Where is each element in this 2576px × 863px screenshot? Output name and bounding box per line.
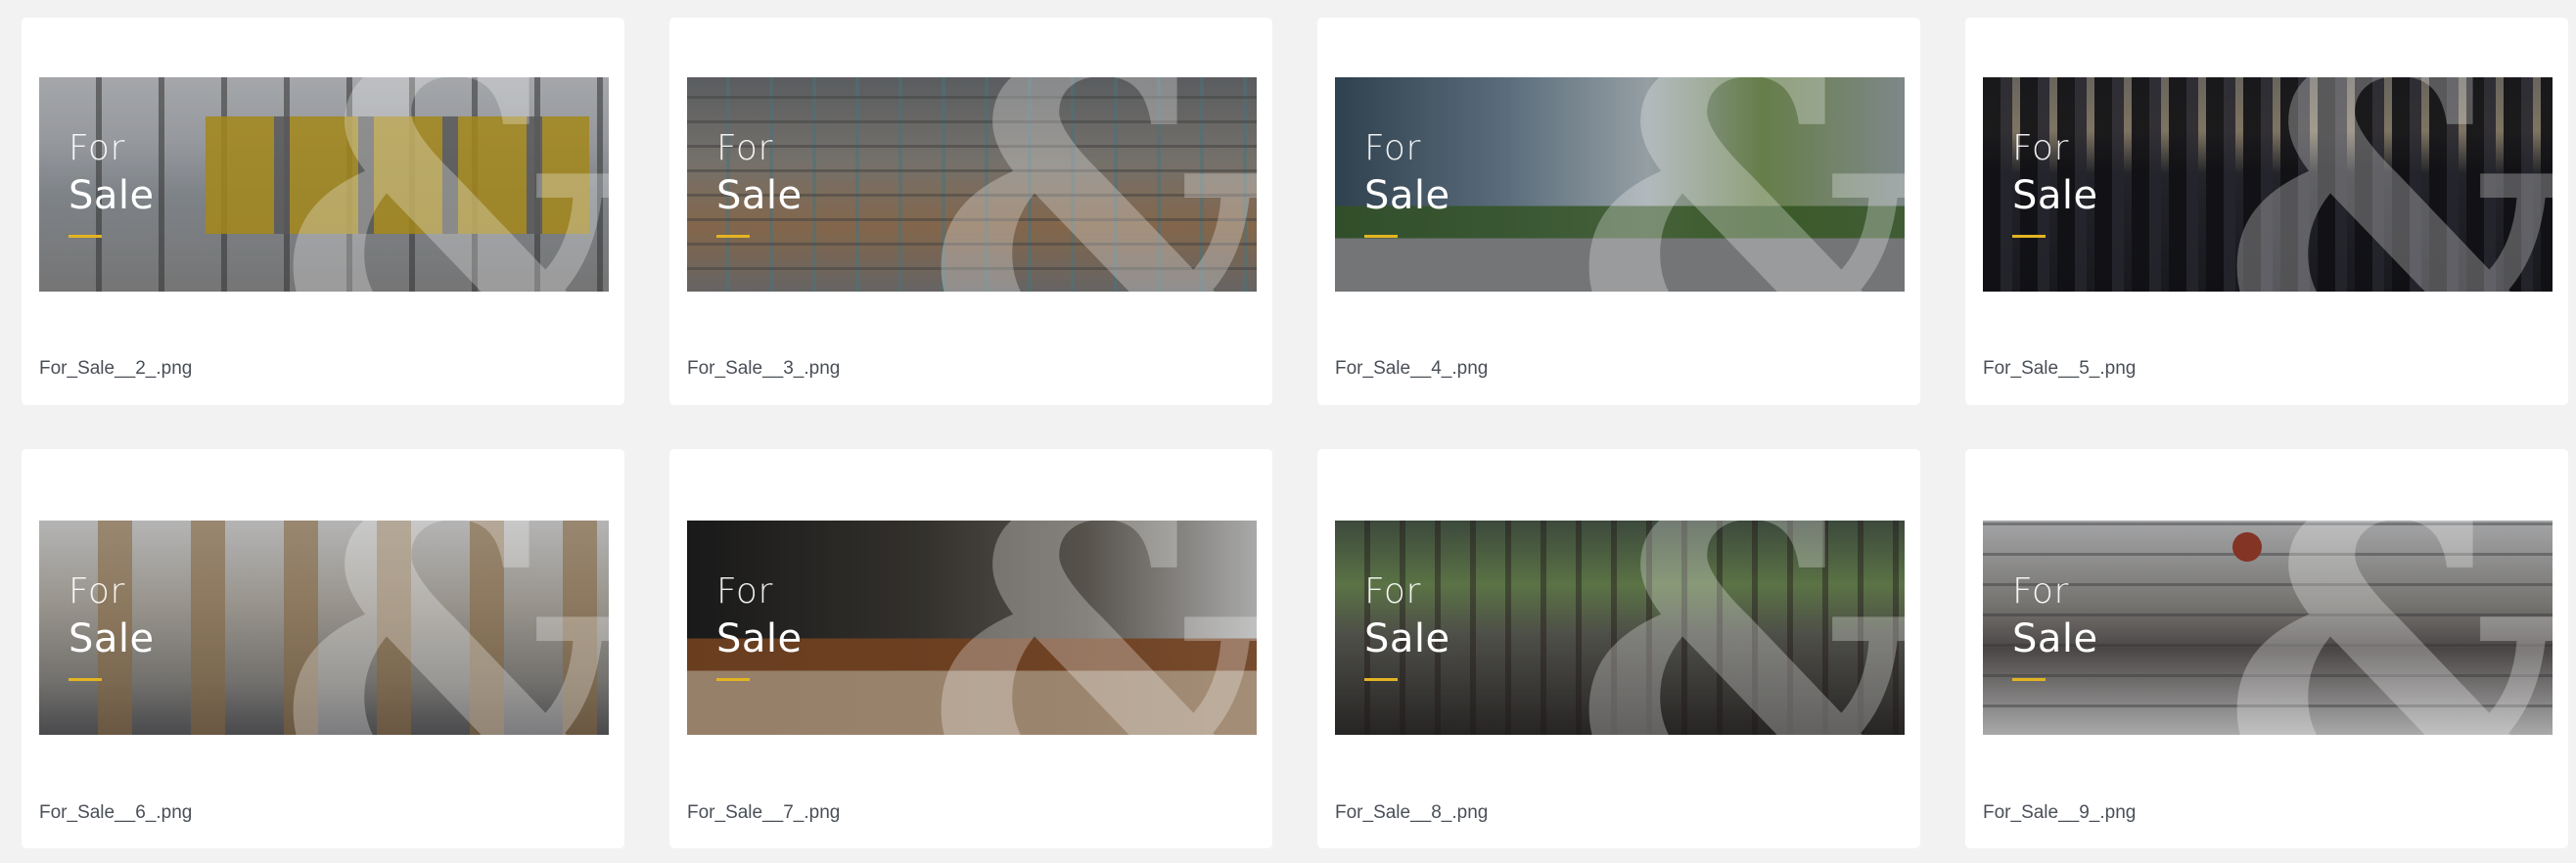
for-label: For: [2012, 128, 2069, 168]
accent-underline: [1364, 678, 1398, 681]
sale-label: Sale: [69, 173, 155, 218]
asset-thumbnail[interactable]: & For Sale: [687, 521, 1257, 735]
accent-underline: [716, 678, 750, 681]
asset-card[interactable]: & For Sale For_Sale__5_.png: [1965, 18, 2568, 405]
asset-thumbnail[interactable]: & For Sale: [1983, 521, 2553, 735]
asset-card[interactable]: & For Sale For_Sale__8_.png: [1317, 449, 1920, 848]
sale-label: Sale: [1364, 173, 1450, 218]
sale-label: Sale: [69, 616, 155, 661]
asset-filename[interactable]: For_Sale__4_.png: [1335, 358, 1488, 380]
accent-underline: [716, 235, 750, 238]
asset-filename[interactable]: For_Sale__2_.png: [39, 358, 192, 380]
asset-filename[interactable]: For_Sale__6_.png: [39, 802, 192, 824]
for-label: For: [716, 571, 773, 612]
asset-thumbnail[interactable]: & For Sale: [687, 77, 1257, 292]
asset-grid: & For Sale For_Sale__2_.png & For Sale F…: [0, 0, 2576, 863]
asset-filename[interactable]: For_Sale__5_.png: [1983, 358, 2136, 380]
for-label: For: [716, 128, 773, 168]
sale-label: Sale: [716, 616, 803, 661]
asset-card[interactable]: & For Sale For_Sale__7_.png: [669, 449, 1272, 848]
asset-thumbnail[interactable]: & For Sale: [1335, 77, 1905, 292]
for-label: For: [2012, 571, 2069, 612]
for-label: For: [1364, 128, 1421, 168]
asset-card[interactable]: & For Sale For_Sale__2_.png: [22, 18, 624, 405]
asset-card[interactable]: & For Sale For_Sale__3_.png: [669, 18, 1272, 405]
accent-underline: [69, 678, 102, 681]
asset-thumbnail[interactable]: & For Sale: [1983, 77, 2553, 292]
asset-card[interactable]: & For Sale For_Sale__9_.png: [1965, 449, 2568, 848]
accent-underline: [69, 235, 102, 238]
asset-thumbnail[interactable]: & For Sale: [1335, 521, 1905, 735]
asset-thumbnail[interactable]: & For Sale: [39, 77, 609, 292]
asset-filename[interactable]: For_Sale__8_.png: [1335, 802, 1488, 824]
for-label: For: [69, 571, 125, 612]
sale-label: Sale: [716, 173, 803, 218]
asset-filename[interactable]: For_Sale__7_.png: [687, 802, 840, 824]
asset-filename[interactable]: For_Sale__9_.png: [1983, 802, 2136, 824]
asset-card[interactable]: & For Sale For_Sale__6_.png: [22, 449, 624, 848]
accent-underline: [2012, 235, 2046, 238]
sale-label: Sale: [2012, 616, 2098, 661]
accent-underline: [2012, 678, 2046, 681]
accent-underline: [1364, 235, 1398, 238]
asset-card[interactable]: & For Sale For_Sale__4_.png: [1317, 18, 1920, 405]
sale-label: Sale: [2012, 173, 2098, 218]
asset-thumbnail[interactable]: & For Sale: [39, 521, 609, 735]
for-label: For: [1364, 571, 1421, 612]
sale-label: Sale: [1364, 616, 1450, 661]
for-label: For: [69, 128, 125, 168]
asset-filename[interactable]: For_Sale__3_.png: [687, 358, 840, 380]
